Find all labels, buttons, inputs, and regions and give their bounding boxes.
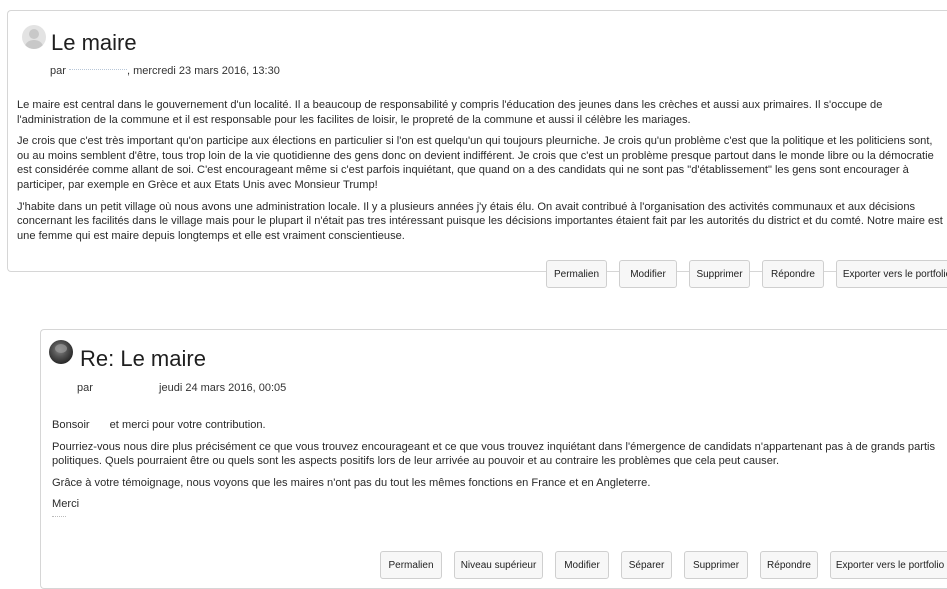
post-actions: Permalien Modifier Supprimer Répondre Ex… (546, 260, 947, 288)
edit-button[interactable]: Modifier (555, 551, 609, 579)
reply-button[interactable]: Répondre (760, 551, 818, 579)
user-avatar-icon[interactable] (49, 340, 73, 364)
permalink-button[interactable]: Permalien (380, 551, 442, 579)
post-actions: Permalien Niveau supérieur Modifier Sépa… (380, 551, 947, 579)
permalink-button[interactable]: Permalien (546, 260, 607, 288)
post-greeting: Bonsoir et merci pour votre contribution. (52, 418, 947, 433)
post-paragraph: Je crois que c'est très important qu'on … (17, 135, 934, 191)
post-paragraph: Le maire est central dans le gouvernemen… (17, 99, 883, 126)
author-name-redacted[interactable] (96, 383, 156, 393)
post-content: Le maire est central dans le gouvernemen… (17, 98, 947, 250)
greeting-start: Bonsoir (52, 419, 90, 431)
user-avatar-icon[interactable] (22, 25, 46, 49)
signature-redacted (52, 515, 66, 517)
export-portfolio-button[interactable]: Exporter vers le portfolio (830, 551, 947, 579)
post-paragraph: Pourriez-vous nous dire plus précisément… (52, 440, 936, 468)
post-date: , mercredi 23 mars 2016, 13:30 (126, 65, 280, 77)
forum-reply-post: Re: Le maire par jeudi 24 mars 2016, 00:… (40, 329, 947, 589)
post-date: jeudi 24 mars 2016, 00:05 (159, 382, 287, 394)
post-byline: par , mercredi 23 mars 2016, 13:30 (50, 65, 280, 77)
post-title: Re: Le maire (80, 346, 206, 371)
export-portfolio-button[interactable]: Exporter vers le portfolio (836, 260, 947, 288)
split-button[interactable]: Séparer (621, 551, 672, 579)
delete-button[interactable]: Supprimer (684, 551, 748, 579)
post-paragraph: Grâce à votre témoignage, nous voyons qu… (52, 476, 651, 489)
author-name-redacted[interactable] (68, 69, 127, 71)
byline-prefix: par (50, 65, 66, 77)
parent-post-button[interactable]: Niveau supérieur (454, 551, 543, 579)
post-content: Bonsoir et merci pour votre contribution.… (52, 418, 947, 517)
edit-button[interactable]: Modifier (619, 260, 677, 288)
post-paragraph: J'habite dans un petit village où nous a… (17, 200, 943, 242)
post-byline: par jeudi 24 mars 2016, 00:05 (77, 382, 286, 394)
forum-post: Le maire par , mercredi 23 mars 2016, 13… (7, 10, 947, 288)
byline-prefix: par (77, 382, 93, 394)
post-title: Le maire (51, 30, 137, 55)
delete-button[interactable]: Supprimer (689, 260, 750, 288)
greeting-end: et merci pour votre contribution. (109, 419, 266, 431)
reply-button[interactable]: Répondre (762, 260, 824, 288)
post-signoff: Merci (52, 498, 80, 511)
